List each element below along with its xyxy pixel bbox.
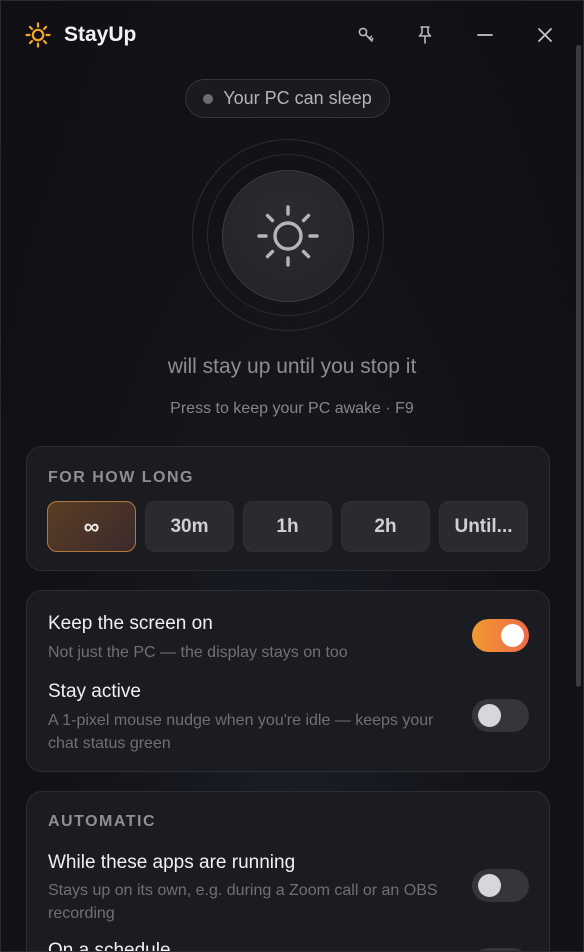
main-caption: will stay up until you stop it	[167, 355, 417, 378]
close-icon	[538, 28, 552, 42]
duration-label: FOR HOW LONG	[48, 469, 194, 486]
apps-running-toggle[interactable]	[472, 869, 529, 902]
sun-icon	[257, 205, 319, 267]
key-icon	[358, 27, 374, 42]
keep-screen-title: Keep the screen on	[48, 613, 213, 634]
duration-2h-button[interactable]: 2h	[341, 501, 430, 552]
toggle-knob	[478, 704, 501, 727]
pin-button[interactable]	[411, 21, 439, 49]
stay-awake-button[interactable]	[222, 170, 354, 302]
duration-infinite-button[interactable]: ∞	[47, 501, 136, 552]
close-button[interactable]	[531, 21, 559, 49]
stay-active-toggle[interactable]	[472, 699, 529, 732]
toggle-knob	[478, 874, 501, 897]
apps-running-title: While these apps are running	[48, 852, 296, 873]
apps-running-desc: Stays up on its own, e.g. during a Zoom …	[48, 882, 438, 922]
duration-card: FOR HOW LONG ∞ 30m 1h 2h Until...	[26, 446, 550, 571]
status-badge: Your PC can sleep	[185, 79, 390, 118]
keep-screen-toggle[interactable]	[472, 619, 529, 652]
schedule-toggle[interactable]	[472, 948, 529, 951]
automatic-card: AUTOMATIC While these apps are running S…	[26, 791, 550, 952]
duration-30m-button[interactable]: 30m	[145, 501, 234, 552]
key-button[interactable]	[352, 21, 380, 49]
duration-until-button[interactable]: Until...	[439, 501, 528, 552]
title-bar: StayUp	[1, 1, 583, 69]
duration-1h-button[interactable]: 1h	[243, 501, 332, 552]
status-text: Your PC can sleep	[223, 88, 372, 108]
scrollbar[interactable]	[576, 45, 581, 687]
pin-icon	[418, 26, 432, 44]
stay-active-desc: A 1-pixel mouse nudge when you're idle —…	[48, 712, 434, 752]
schedule-title: On a schedule	[48, 940, 171, 952]
options-card: Keep the screen on Not just the PC — the…	[26, 590, 550, 772]
stay-active-title: Stay active	[48, 681, 141, 702]
sun-app-icon	[25, 22, 51, 48]
automatic-label: AUTOMATIC	[48, 813, 157, 830]
app-title: StayUp	[64, 23, 137, 46]
minimize-icon	[477, 34, 493, 36]
keep-screen-desc: Not just the PC — the display stays on t…	[48, 644, 348, 661]
app-window: StayUp Your PC can sleep will stay up un…	[0, 0, 584, 952]
status-dot	[203, 93, 214, 104]
toggle-knob	[501, 624, 524, 647]
hotkey-hint: Press to keep your PC awake · F9	[170, 400, 414, 417]
duration-options: ∞ 30m 1h 2h Until...	[47, 501, 528, 552]
minimize-button[interactable]	[471, 21, 499, 49]
